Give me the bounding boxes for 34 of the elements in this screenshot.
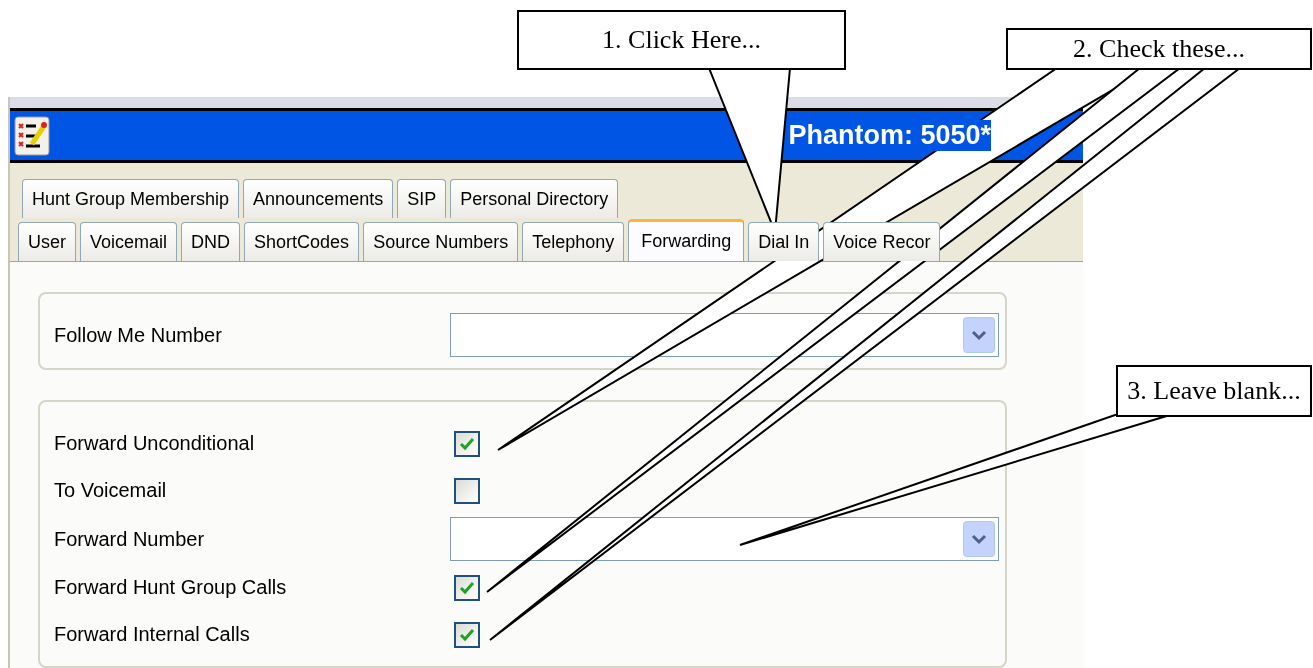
check-icon — [459, 580, 475, 595]
check-icon — [459, 627, 475, 642]
callout-box: 2. Check these... — [1006, 28, 1312, 70]
callout-box: 3. Leave blank... — [1116, 365, 1312, 417]
dropdown-button[interactable] — [963, 317, 995, 353]
tab[interactable]: Forwarding — [628, 219, 745, 261]
combo-box[interactable] — [450, 517, 999, 561]
field-label: Follow Me Number — [54, 323, 223, 347]
tab[interactable]: SIP — [397, 179, 447, 218]
tab[interactable]: Voice Recor — [823, 222, 941, 261]
tab[interactable]: Hunt Group Membership — [22, 179, 240, 218]
field-label: Forward Unconditional — [54, 432, 256, 455]
window-title: Phantom: 5050* — [788, 120, 991, 151]
checkbox[interactable] — [454, 477, 480, 504]
checkbox[interactable] — [454, 574, 480, 601]
tab[interactable]: DND — [181, 222, 241, 261]
tab[interactable]: ShortCodes — [244, 222, 360, 261]
checkbox[interactable] — [454, 430, 480, 457]
checkbox[interactable] — [454, 621, 480, 648]
tab[interactable]: User — [18, 222, 76, 261]
tab[interactable]: Source Numbers — [363, 222, 519, 261]
tab[interactable]: Telephony — [522, 222, 625, 261]
tab[interactable]: Dial In — [748, 222, 820, 261]
app-icon — [14, 115, 50, 156]
tab[interactable]: Voicemail — [80, 222, 178, 261]
field-label: Forward Internal Calls — [54, 623, 251, 646]
field-label: Forward Number — [54, 527, 206, 551]
tab[interactable]: Personal Directory — [450, 179, 619, 218]
check-icon — [459, 436, 475, 451]
tab[interactable]: Announcements — [243, 179, 394, 218]
callout-box: 1. Click Here... — [517, 10, 846, 70]
field-label: To Voicemail — [54, 479, 168, 502]
dropdown-button[interactable] — [963, 521, 995, 557]
field-label: Forward Hunt Group Calls — [54, 576, 288, 599]
